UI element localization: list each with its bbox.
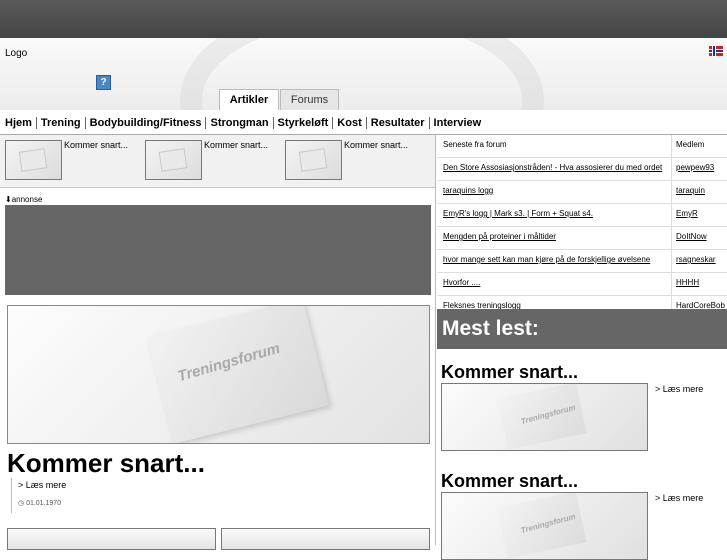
forum-topic-link[interactable]: hvor mange sett kan man kjøre på de fors… [443, 250, 671, 270]
promo-title[interactable]: Kommer snart... [204, 140, 268, 150]
read-more-link[interactable]: > Læs mere [18, 480, 66, 490]
read-more-link[interactable]: > Læs mere [655, 384, 703, 394]
forum-member-link[interactable]: rsagneskar [676, 250, 727, 270]
forum-topic-link[interactable]: Den Store Assosiasjonstråden! - Hva asso… [443, 158, 671, 178]
nav-kost[interactable]: Kost [333, 117, 367, 129]
promo-item[interactable]: Kommer snart... [285, 140, 425, 180]
most-read-title[interactable]: Kommer snart... [441, 362, 578, 383]
promo-item[interactable]: Kommer snart... [5, 140, 145, 180]
most-read-title[interactable]: Kommer snart... [441, 471, 578, 492]
tab-artikler[interactable]: Artikler [219, 89, 279, 110]
nav-trening[interactable]: Trening [36, 117, 86, 129]
forum-row: Hvorfor .... HHHH [437, 273, 727, 296]
featured-article-image[interactable]: Treningsforum [7, 305, 430, 444]
tab-forums[interactable]: Forums [280, 89, 339, 110]
nav-interview[interactable]: Interview [430, 117, 486, 129]
read-more-link[interactable]: > Læs mere [655, 493, 703, 503]
article-thumbnail[interactable] [7, 528, 216, 550]
forum-member-link[interactable]: HHHH [676, 273, 727, 293]
forum-row: hvor mange sett kan man kjøre på de fors… [437, 250, 727, 273]
promo-strip: Kommer snart... Kommer snart... Kommer s… [0, 135, 435, 188]
most-read-thumbnail[interactable]: Treningsforum [441, 492, 648, 560]
promo-thumbnail[interactable] [145, 140, 202, 180]
nav-bodybuilding[interactable]: Bodybuilding/Fitness [85, 117, 207, 129]
norwegian-flag-icon[interactable] [709, 46, 723, 56]
header: Logo ? Artikler Forums [0, 38, 727, 110]
paper-graphic [147, 306, 329, 443]
promo-title[interactable]: Kommer snart... [64, 140, 128, 150]
nav-resultater[interactable]: Resultater [366, 117, 430, 129]
logo[interactable]: Logo [5, 48, 27, 59]
forum-member-link[interactable]: EmyR [676, 204, 727, 224]
forum-row: Den Store Assosiasjonstråden! - Hva asso… [437, 158, 727, 181]
forum-topic-link[interactable]: Hvorfor .... [443, 273, 671, 293]
promo-thumbnail[interactable] [285, 140, 342, 180]
promo-thumbnail[interactable] [5, 140, 62, 180]
ad-label: ⬇annonse [5, 195, 43, 204]
nav-strongman[interactable]: Strongman [206, 117, 274, 129]
ad-banner[interactable] [5, 205, 431, 295]
promo-item[interactable]: Kommer snart... [145, 140, 285, 180]
nav-hjem[interactable]: Hjem [0, 117, 37, 129]
article-date: ◷ 01.01.1970 [18, 500, 62, 507]
forum-member-link[interactable]: DoItNow [676, 227, 727, 247]
forum-latest: Seneste fra forum Medlem Den Store Assos… [437, 135, 727, 319]
top-bar [0, 0, 727, 38]
forum-topic-link[interactable]: Mengden på proteiner i måltider [443, 227, 671, 247]
help-icon[interactable]: ? [96, 75, 111, 90]
article-thumbnail[interactable] [221, 528, 430, 550]
forum-member-link[interactable]: pewpew93 [676, 158, 727, 178]
most-read-thumbnail[interactable]: Treningsforum [441, 383, 648, 451]
forum-row: Mengden på proteiner i måltider DoItNow [437, 227, 727, 250]
main-nav: Hjem Trening Bodybuilding/Fitness Strongman… [0, 110, 727, 135]
forum-col-topic: Seneste fra forum [443, 140, 507, 149]
forum-col-member: Medlem [676, 140, 705, 149]
forum-topic-link[interactable]: EmyR's logg | Mark s3. | Form + Squat s4… [443, 204, 671, 224]
forum-topic-link[interactable]: taraquins logg [443, 181, 671, 201]
clock-icon: ◷ [18, 500, 27, 507]
featured-article-title[interactable]: Kommer snart... [7, 448, 205, 479]
nav-styrkeloft[interactable]: Styrkeløft [273, 117, 334, 129]
column-divider [435, 135, 436, 545]
most-read-header: Mest lest: [437, 309, 727, 349]
forum-row: EmyR's logg | Mark s3. | Form + Squat s4… [437, 204, 727, 227]
promo-title[interactable]: Kommer snart... [344, 140, 408, 150]
forum-row: taraquins logg taraquin [437, 181, 727, 204]
forum-header: Seneste fra forum Medlem [437, 135, 727, 158]
divider [11, 478, 12, 513]
forum-member-link[interactable]: taraquin [676, 181, 727, 201]
